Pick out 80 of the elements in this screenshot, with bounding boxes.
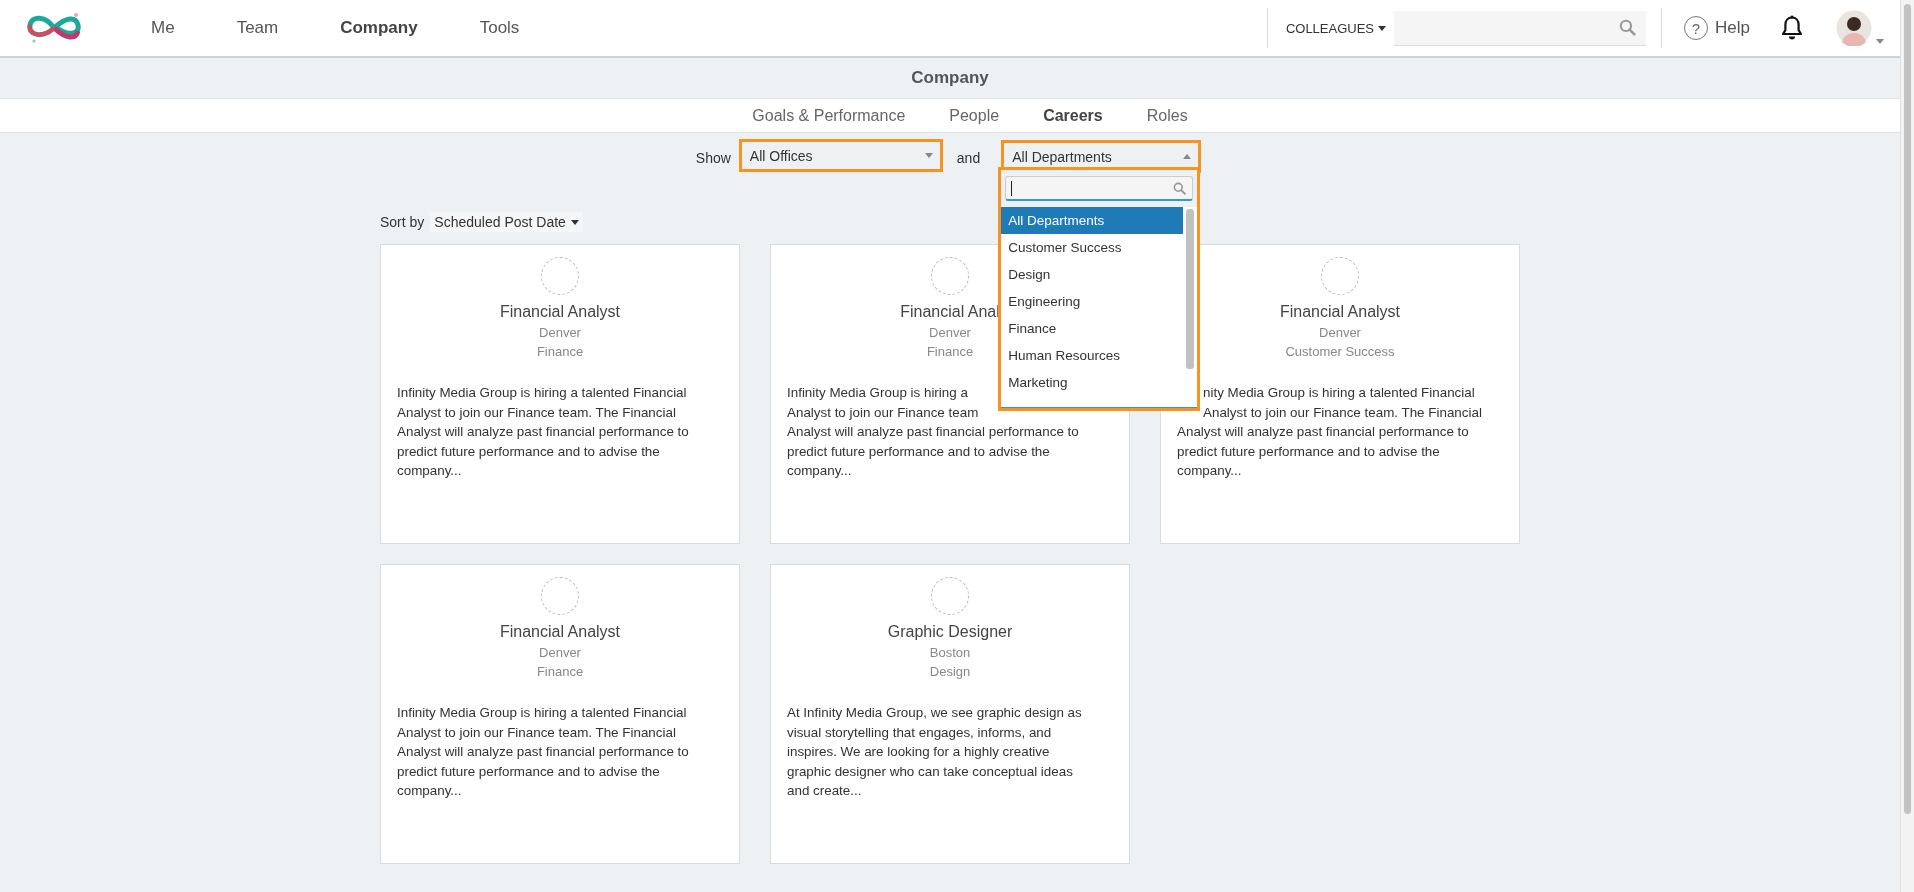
sort-label: Sort by [380,214,425,230]
page-title: Company [911,68,989,88]
description-line: company... [397,462,462,480]
caret-icon [924,153,933,158]
description-line: Analyst will analyze past financial performance to [397,743,689,761]
tab[interactable]: Roles [1146,106,1188,125]
colleagues-menu[interactable]: COLLEAGUES [1267,13,1395,43]
caret-icon [1378,25,1387,31]
dropdown-option[interactable]: Marketing [1001,369,1184,396]
job-department: Finance [926,344,974,359]
description-line: Analyst to join our Finance team. The Financial [1202,403,1482,422]
logo-icon[interactable] [24,11,84,45]
description-line: predict future performance and to advise the [397,762,660,781]
description-line: Infinity Media Group is hiring a talented Financial [397,384,687,402]
description-line: and create... [787,782,862,800]
job-department: Customer Success [1285,344,1395,359]
dropdown-option[interactable]: Human Resources [1001,342,1184,369]
description-line: predict future performance and to advise the [1177,442,1440,461]
description-line: inspires. We are looking for a highly creative [787,743,1050,761]
dropdown-option[interactable]: Engineering [1001,288,1184,315]
description-line: Analyst will analyze past financial performance to [397,423,689,441]
nav-link[interactable]: Me [139,18,203,38]
job-department: Finance [536,344,584,359]
job-card[interactable] [380,244,740,544]
filter-label: Show [695,150,731,166]
caret-icon[interactable] [1876,39,1884,44]
filter-label: and [956,150,981,166]
description-line: company... [397,782,462,800]
description-line: company... [1177,462,1242,480]
job-card[interactable] [770,564,1130,864]
tab[interactable]: Careers [1043,106,1103,125]
description-line: Analyst will analyze past financial performance to [1177,423,1469,441]
sort-dropdown[interactable]: Scheduled Post Date [430,212,583,232]
description-line: Infinity Media Group is hiring a [787,384,968,402]
job-location: Boston [929,645,971,660]
job-location: Denver [539,645,581,660]
nav-link[interactable]: Team [224,18,307,38]
caret-icon [570,219,579,225]
description-line: Analyst to join our Finance team. The Financial [397,403,676,422]
description-line: Infinity Media Group is hiring a talented Financial [397,704,687,722]
description-line: predict future performance and to advise the [787,442,1050,461]
bell-icon[interactable] [1780,15,1804,41]
caret-icon [1183,154,1192,159]
text-cursor [1011,180,1013,196]
scrollbar-thumb[interactable] [1186,209,1195,369]
avatar-icon[interactable] [1836,10,1872,46]
job-location: Denver [929,325,971,340]
job-department: Design [929,664,971,679]
nav-link[interactable]: Company [328,18,446,38]
job-department: Finance [536,664,584,679]
search-field[interactable] [1005,176,1194,201]
job-title: Financial Analyst [499,623,621,641]
job-title: Graphic Designer [887,623,1013,641]
description-line: Analyst to join our Finance team. The Financial [397,723,676,742]
job-title: Financial Analyst [499,303,621,321]
description-line: Analyst to join our Finance team [787,403,979,422]
nav-link[interactable]: Tools [467,18,548,38]
search-icon [1173,181,1187,195]
dropdown-option[interactable]: All Departments [1001,207,1184,234]
tab[interactable]: Goals & Performance [752,106,906,125]
description-line: Analyst will analyze past financial performance to [787,423,1079,441]
job-location: Denver [1319,325,1361,340]
search-field[interactable] [1394,10,1647,46]
scrollbar-thumb[interactable] [1904,4,1911,814]
help-link[interactable]: Help [1715,18,1750,38]
description-line: graphic designer who can take conceptual ideas [787,762,1073,781]
description-line: predict future performance and to advise the [397,442,660,461]
job-location: Denver [539,325,581,340]
job-card[interactable] [1160,244,1520,544]
tab[interactable]: People [949,106,1000,125]
search-icon[interactable] [1619,19,1637,36]
job-title: Financial Analyst [1279,303,1401,321]
dropdown-option[interactable]: Design [1001,261,1184,288]
dropdown-option[interactable]: Finance [1001,315,1184,342]
description-line: visual storytelling that engages, informs, and [787,723,1052,742]
dropdown-option[interactable]: Customer Success [1001,234,1184,261]
description-line: company... [787,462,852,480]
job-card[interactable] [380,564,740,864]
description-line: nity Media Group is hiring a talented Financial [1202,384,1475,402]
description-line: At Infinity Media Group, we see graphic design as [787,704,1082,722]
